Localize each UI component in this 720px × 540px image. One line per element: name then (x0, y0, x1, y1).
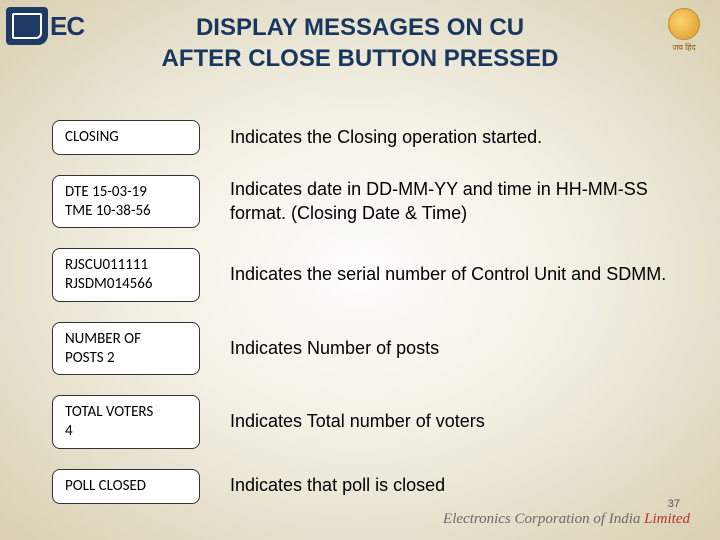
box-line-2: TME 10-38-56 (65, 202, 187, 221)
description: Indicates the serial number of Control U… (230, 263, 680, 286)
message-row: CLOSING Indicates the Closing operation … (52, 120, 680, 155)
description: Indicates the Closing operation started. (230, 126, 680, 149)
footer-prefix: Electronics Corporation of India (443, 511, 644, 527)
message-row: RJSCU011111 RJSDM014566 Indicates the se… (52, 248, 680, 302)
box-line-1: NUMBER OF (65, 330, 187, 349)
box-line-1: RJSCU011111 (65, 256, 187, 275)
message-row: POLL CLOSED Indicates that poll is close… (52, 469, 680, 504)
title-line-1: DISPLAY MESSAGES ON CU (0, 12, 720, 43)
display-box: DTE 15-03-19 TME 10-38-56 (52, 175, 200, 229)
box-line-1: CLOSING (65, 128, 187, 147)
box-line-1: DTE 15-03-19 (65, 183, 187, 202)
box-line-2: RJSDM014566 (65, 275, 187, 294)
message-rows: CLOSING Indicates the Closing operation … (52, 120, 680, 524)
display-box: RJSCU011111 RJSDM014566 (52, 248, 200, 302)
description: Indicates Total number of voters (230, 410, 680, 433)
display-box: TOTAL VOTERS 4 (52, 395, 200, 449)
box-line-2: 4 (65, 422, 187, 441)
description: Indicates date in DD-MM-YY and time in H… (230, 178, 680, 225)
description: Indicates Number of posts (230, 337, 680, 360)
message-row: TOTAL VOTERS 4 Indicates Total number of… (52, 395, 680, 449)
message-row: NUMBER OF POSTS 2 Indicates Number of po… (52, 322, 680, 376)
page-number: 37 (668, 498, 680, 510)
page-title: DISPLAY MESSAGES ON CU AFTER CLOSE BUTTO… (0, 12, 720, 74)
footer-brand: Electronics Corporation of India Limited (443, 511, 690, 528)
box-line-2: POSTS 2 (65, 349, 187, 368)
box-line-1: TOTAL VOTERS (65, 403, 187, 422)
display-box: NUMBER OF POSTS 2 (52, 322, 200, 376)
title-line-2: AFTER CLOSE BUTTON PRESSED (0, 43, 720, 74)
description: Indicates that poll is closed (230, 474, 680, 497)
display-box: CLOSING (52, 120, 200, 155)
box-line-1: POLL CLOSED (65, 477, 187, 496)
footer-suffix: Limited (644, 511, 690, 527)
display-box: POLL CLOSED (52, 469, 200, 504)
message-row: DTE 15-03-19 TME 10-38-56 Indicates date… (52, 175, 680, 229)
